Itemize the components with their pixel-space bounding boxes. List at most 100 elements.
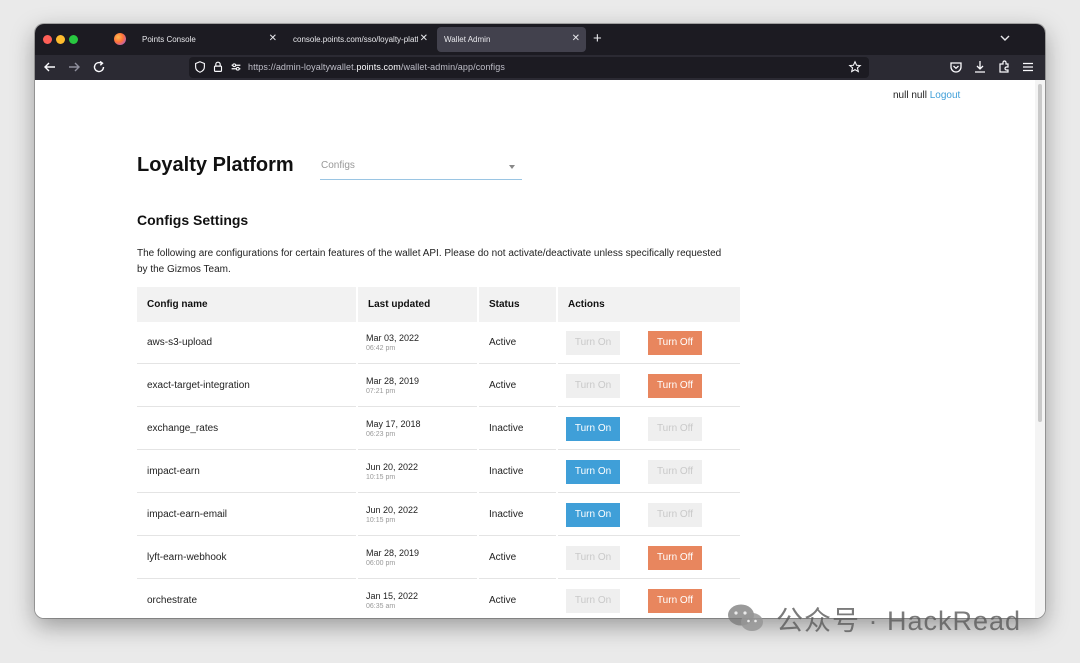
shield-icon[interactable] [193, 60, 207, 74]
close-icon[interactable]: ✕ [572, 33, 580, 45]
user-area: null null Logout [893, 90, 960, 101]
config-status: Active [489, 552, 517, 563]
section-heading: Configs Settings [137, 212, 249, 228]
pocket-icon[interactable] [948, 59, 964, 75]
config-name: orchestrate [147, 595, 198, 606]
config-name: impact-earn-email [147, 509, 228, 520]
config-status: Active [489, 380, 517, 391]
logout-link[interactable]: Logout [930, 90, 961, 101]
close-icon[interactable]: ✕ [420, 33, 428, 45]
updated-date: Jun 20, 2022 [366, 505, 419, 515]
column-header-last-updated: Last updated [358, 287, 477, 322]
tab-title: Points Console [142, 35, 196, 44]
table-row: impact-earn-email Jun 20, 2022 10:15 pm I… [137, 494, 740, 537]
new-tab-plus-icon[interactable]: + [593, 30, 602, 48]
minimize-window-button[interactable] [56, 35, 65, 44]
address-bar[interactable]: https://admin-loyaltywallet.points.com/w… [189, 57, 869, 78]
config-name: aws-s3-upload [147, 337, 213, 348]
turn-off-button[interactable]: Turn Off [648, 331, 702, 355]
table-row: lyft-earn-webhook Mar 28, 2019 06:00 pm A… [137, 537, 740, 580]
reload-icon[interactable] [91, 59, 107, 75]
config-name: exact-target-integration [147, 380, 250, 391]
turn-on-button: Turn On [566, 589, 620, 613]
bookmark-star-icon[interactable] [848, 60, 862, 74]
turn-off-button: Turn Off [648, 460, 702, 484]
caret-down-icon[interactable] [509, 165, 515, 169]
config-name: lyft-earn-webhook [147, 552, 227, 563]
turn-off-button[interactable]: Turn Off [648, 374, 702, 398]
tab-title: console.points.com/sso/loyalty-platform [293, 35, 418, 44]
updated-time: 06:23 pm [366, 431, 396, 438]
turn-on-button: Turn On [566, 546, 620, 570]
url-prefix: https://admin-loyaltywallet. [248, 62, 357, 72]
lock-icon[interactable] [211, 60, 225, 74]
section-description: The following are configurations for cer… [137, 248, 722, 275]
navigation-toolbar: https://admin-loyaltywallet.points.com/w… [35, 55, 1045, 80]
turn-off-button[interactable]: Turn Off [648, 546, 702, 570]
tab-bar: Points Console ✕ console.points.com/sso/… [35, 24, 1045, 55]
section-select[interactable]: Configs [320, 156, 522, 180]
turn-on-button[interactable]: Turn On [566, 503, 620, 527]
config-status: Active [489, 595, 517, 606]
page-scrollbar[interactable] [1035, 80, 1045, 618]
updated-date: Mar 28, 2019 [366, 548, 420, 558]
select-value: Configs [321, 160, 355, 171]
forward-arrow-icon[interactable] [66, 59, 82, 75]
config-status: Inactive [489, 423, 524, 434]
config-status: Active [489, 337, 517, 348]
config-status: Inactive [489, 466, 524, 477]
tab-console-sso[interactable]: console.points.com/sso/loyalty-platform … [286, 27, 434, 52]
updated-date: May 17, 2018 [366, 419, 421, 429]
column-header-config-name: Config name [137, 287, 356, 322]
url-path: /wallet-admin/app/configs [400, 62, 505, 72]
tab-points-console[interactable]: Points Console ✕ [135, 27, 283, 52]
updated-time: 06:42 pm [366, 345, 396, 352]
url-text[interactable]: https://admin-loyaltywallet.points.com/w… [248, 62, 505, 72]
column-header-actions: Actions [558, 287, 740, 322]
updated-date: Mar 28, 2019 [366, 376, 420, 386]
table-header: Config name Last updated Status Actions [137, 287, 740, 322]
config-name: impact-earn [147, 466, 200, 477]
zoom-window-button[interactable] [69, 35, 78, 44]
watermark-text: 公众号 · HackRead [776, 605, 1022, 636]
url-domain: points.com [356, 62, 401, 72]
config-status: Inactive [489, 509, 524, 520]
turn-on-button: Turn On [566, 331, 620, 355]
updated-time: 06:35 am [366, 603, 396, 610]
updated-time: 07:21 pm [366, 388, 396, 395]
close-window-button[interactable] [43, 35, 52, 44]
watermark: 公众号 · HackRead [726, 601, 1022, 636]
table-row: orchestrate Jan 15, 2022 06:35 am Active … [137, 580, 740, 618]
hamburger-menu-icon[interactable] [1020, 59, 1036, 75]
updated-time: 10:15 pm [366, 474, 396, 481]
permissions-icon[interactable] [229, 60, 243, 74]
table-row: exchange_rates May 17, 2018 06:23 pm Inac… [137, 408, 740, 451]
extensions-icon[interactable] [996, 59, 1012, 75]
config-name: exchange_rates [147, 423, 219, 434]
table-row: impact-earn Jun 20, 2022 10:15 pm Inactiv… [137, 451, 740, 494]
turn-off-button: Turn Off [648, 417, 702, 441]
turn-on-button[interactable]: Turn On [566, 460, 620, 484]
back-arrow-icon[interactable] [42, 59, 58, 75]
download-icon[interactable] [972, 59, 988, 75]
column-header-status: Status [479, 287, 556, 322]
turn-off-button[interactable]: Turn Off [648, 589, 702, 613]
turn-on-button: Turn On [566, 374, 620, 398]
configs-table: Config name Last updated Status Actions … [137, 287, 740, 618]
updated-time: 06:00 pm [366, 560, 396, 567]
updated-date: Mar 03, 2022 [366, 333, 420, 343]
firefox-icon [114, 33, 126, 45]
close-icon[interactable]: ✕ [269, 33, 277, 45]
table-row: aws-s3-upload Mar 03, 2022 06:42 pm Activ… [137, 322, 740, 365]
page-title: Loyalty Platform [137, 154, 294, 176]
scrollbar-thumb[interactable] [1038, 84, 1042, 422]
page-content: null null Logout Loyalty Platform Config… [35, 80, 1045, 618]
updated-time: 10:15 pm [366, 517, 396, 524]
chevron-down-icon[interactable] [997, 30, 1013, 46]
browser-window: Points Console ✕ console.points.com/sso/… [35, 24, 1045, 618]
turn-on-button[interactable]: Turn On [566, 417, 620, 441]
tab-wallet-admin[interactable]: Wallet Admin ✕ [437, 27, 586, 52]
turn-off-button: Turn Off [648, 503, 702, 527]
updated-date: Jan 15, 2022 [366, 591, 419, 601]
updated-date: Jun 20, 2022 [366, 462, 419, 472]
